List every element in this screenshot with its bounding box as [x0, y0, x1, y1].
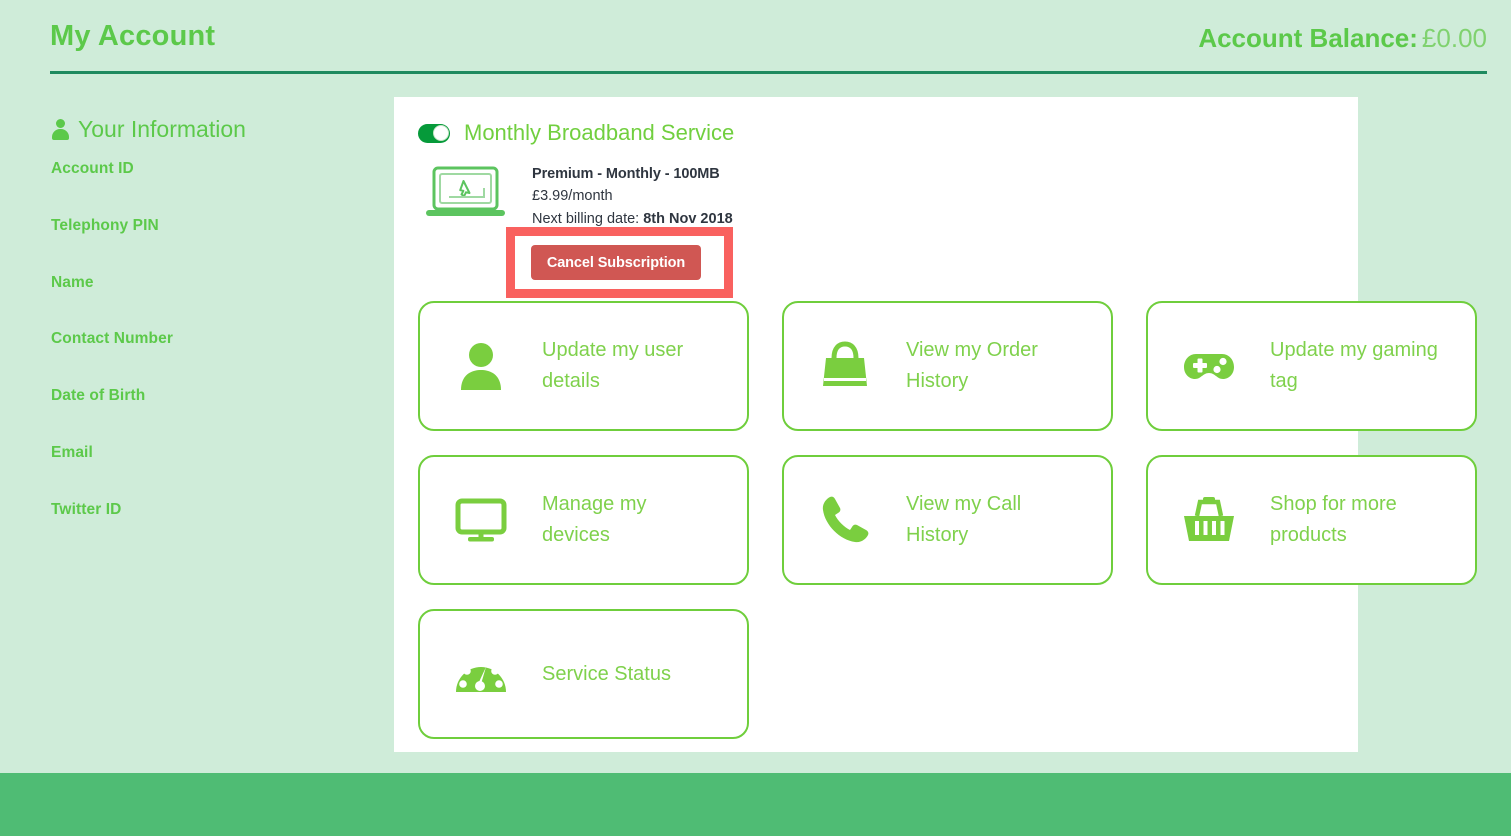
plan-name: Premium - Monthly - 100MB — [532, 166, 720, 182]
cancel-subscription-button[interactable]: Cancel Subscription — [531, 245, 701, 280]
sidebar-heading: Your Information — [51, 118, 371, 141]
phone-icon — [814, 492, 876, 548]
info-field-account-id[interactable]: Account ID — [51, 160, 371, 200]
card-label: Service Status — [542, 662, 671, 685]
sidebar: Your Information Account ID Telephony PI… — [51, 118, 371, 558]
billing-date: 8th Nov 2018 — [643, 210, 733, 227]
subscription-details: Premium - Monthly - 100MB £3.99/month Ne… — [532, 160, 733, 230]
subscription-toggle[interactable] — [418, 123, 450, 143]
page-title: My Account — [50, 20, 216, 52]
footer-band — [0, 773, 1511, 836]
subscription-title: Monthly Broadband Service — [464, 120, 735, 145]
card-update-user-details[interactable]: Update my user details — [418, 301, 749, 431]
info-field-contact-number[interactable]: Contact Number — [51, 330, 371, 370]
info-value — [51, 348, 371, 370]
action-card-grid: Update my user details View my Order His… — [418, 301, 1477, 739]
bag-icon — [814, 338, 876, 394]
subscription-section: Monthly Broadband Service Premium - Mont… — [418, 122, 1118, 230]
card-view-order-history[interactable]: View my Order History — [782, 301, 1113, 431]
user-icon — [450, 338, 512, 394]
info-label: Twitter ID — [51, 500, 122, 518]
card-label: Manage my devices — [542, 493, 647, 546]
subscription-body: Premium - Monthly - 100MB £3.99/month Ne… — [418, 160, 1118, 230]
person-icon — [51, 119, 69, 140]
info-field-email[interactable]: Email — [51, 444, 371, 484]
card-update-gaming-tag[interactable]: Update my gaming tag — [1146, 301, 1477, 431]
info-label: Telephony PIN — [51, 216, 159, 234]
info-label: Date of Birth — [51, 387, 146, 405]
card-label: Shop for more products — [1270, 493, 1397, 546]
page-header: My Account Account Balance: £0.00 — [50, 18, 1487, 74]
account-balance-label: Account Balance: — [1198, 23, 1418, 53]
info-field-twitter-id[interactable]: Twitter ID — [51, 501, 371, 541]
monitor-icon — [450, 492, 512, 548]
gamepad-icon — [1178, 338, 1240, 394]
info-label: Name — [51, 273, 94, 291]
info-field-date-of-birth[interactable]: Date of Birth — [51, 387, 371, 427]
card-label: Update my user details — [542, 339, 684, 392]
basket-icon — [1178, 492, 1240, 548]
plan-price: £3.99/month — [532, 188, 613, 205]
subscription-header: Monthly Broadband Service — [418, 122, 1118, 144]
info-value — [51, 462, 371, 484]
card-label: View my Call History — [906, 493, 1022, 546]
info-field-name[interactable]: Name — [51, 274, 371, 314]
sidebar-heading-label: Your Information — [78, 116, 246, 142]
card-label: View my Order History — [906, 339, 1038, 392]
info-label: Contact Number — [51, 330, 173, 348]
card-shop-more-products[interactable]: Shop for more products — [1146, 455, 1477, 585]
card-label: Update my gaming tag — [1270, 339, 1438, 392]
info-value — [51, 405, 371, 427]
info-label: Email — [51, 444, 93, 462]
card-service-status[interactable]: Service Status — [418, 609, 749, 739]
laptop-icon — [423, 164, 508, 222]
info-value — [51, 291, 371, 313]
speedometer-icon — [450, 646, 512, 702]
account-balance-value: £0.00 — [1421, 23, 1487, 53]
info-label: Account ID — [51, 160, 134, 177]
main-panel: Monthly Broadband Service Premium - Mont… — [394, 97, 1477, 752]
info-value — [51, 519, 371, 541]
card-view-call-history[interactable]: View my Call History — [782, 455, 1113, 585]
account-balance: Account Balance: £0.00 — [1198, 18, 1487, 51]
toggle-knob — [432, 125, 449, 141]
card-manage-devices[interactable]: Manage my devices — [418, 455, 749, 585]
info-field-telephony-pin[interactable]: Telephony PIN — [51, 217, 371, 257]
info-value — [51, 235, 371, 257]
billing-label: Next billing date: — [532, 210, 640, 227]
info-value — [51, 178, 371, 200]
